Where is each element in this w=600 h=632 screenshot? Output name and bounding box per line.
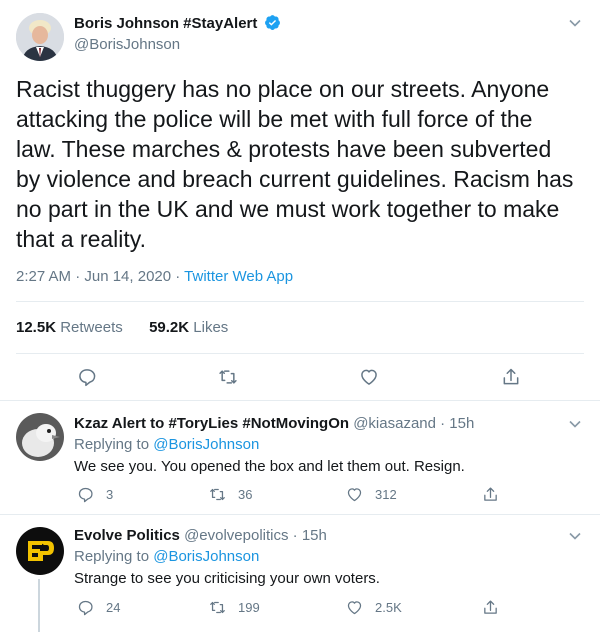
likes-count: 59.2K [149,319,190,336]
replying-to-mention[interactable]: @BorisJohnson [153,436,259,453]
like-count: 312 [375,487,397,502]
reply-action-retweet[interactable]: 36 [209,486,252,503]
reply-tweet[interactable]: Evolve Politics @evolvepolitics · 15h Re… [0,515,600,632]
reply-author-name[interactable]: Kzaz Alert to #ToryLies #NotMovingOn [74,415,349,432]
likes-label: Likes [193,319,229,336]
retweet-icon[interactable] [218,367,238,387]
replying-to-label: Replying to [74,436,154,453]
thread-line [38,579,40,632]
reply-author-handle[interactable]: @kiasazand · 15h [353,415,474,432]
reply-author-name[interactable]: Evolve Politics [74,527,180,544]
tweet-source[interactable]: Twitter Web App [184,268,293,285]
reply-tweet[interactable]: Kzaz Alert to #ToryLies #NotMovingOn @ki… [0,401,600,514]
reply-text: Strange to see you criticising your own … [74,570,380,587]
tweet-stats: 12.5K Retweets 59.2K Likes [16,319,228,336]
divider [16,353,584,354]
reply-icon [78,487,93,503]
retweet-count: 199 [238,600,260,615]
retweets-count: 12.5K [16,319,57,336]
reply-author-handle[interactable]: @evolvepolitics · 15h [184,527,327,544]
verified-badge-icon [264,14,281,36]
share-icon[interactable] [501,367,521,387]
retweet-icon [210,488,225,501]
reply-action-share[interactable] [482,599,511,616]
replying-to-label: Replying to [74,548,154,565]
retweet-count: 36 [238,487,253,502]
retweets-label: Retweets [60,319,123,336]
retweet-icon [210,601,225,614]
author-handle[interactable]: @BorisJohnson [74,36,180,53]
reply-count: 24 [106,600,121,615]
share-icon [484,487,497,501]
retweets-stat[interactable]: 12.5K Retweets [16,319,123,336]
chevron-down-icon[interactable] [568,16,582,30]
reply-text: We see you. You opened the box and let t… [74,458,465,475]
reply-icon[interactable] [77,367,97,387]
author-name[interactable]: Boris Johnson #StayAlert [74,15,257,32]
replying-to-mention[interactable]: @BorisJohnson [153,548,259,565]
heart-icon [347,488,362,502]
author-name-row: Boris Johnson #StayAlert [74,14,281,36]
like-count: 2.5K [375,600,402,615]
heart-icon [347,601,362,615]
reply-action-share[interactable] [482,486,511,503]
main-tweet: Boris Johnson #StayAlert @BorisJohnson R… [0,0,600,400]
share-icon [484,600,497,614]
reply-count: 3 [106,487,114,502]
divider [16,301,584,302]
chevron-down-icon[interactable] [568,529,582,543]
reply-action-reply[interactable]: 24 [77,599,120,616]
reply-action-retweet[interactable]: 199 [209,599,260,616]
replying-to: Replying to @BorisJohnson [74,436,259,453]
tweet-timestamp[interactable]: 2:27 AM · Jun 14, 2020 · [16,268,184,285]
reply-action-like[interactable]: 2.5K [346,599,402,616]
reply-action-reply[interactable]: 3 [77,486,113,503]
likes-stat[interactable]: 59.2K Likes [149,319,228,336]
reply-header: Kzaz Alert to #ToryLies #NotMovingOn @ki… [74,415,474,432]
reply-avatar[interactable] [16,527,64,575]
author-avatar[interactable] [16,13,64,61]
reply-avatar[interactable] [16,413,64,461]
chevron-down-icon[interactable] [568,417,582,431]
tweet-text: Racist thuggery has no place on our stre… [16,76,574,252]
reply-action-like[interactable]: 312 [346,486,397,503]
replying-to: Replying to @BorisJohnson [74,548,259,565]
tweet-meta: 2:27 AM · Jun 14, 2020 · Twitter Web App [16,268,293,285]
reply-icon [78,600,93,616]
heart-icon[interactable] [359,367,379,387]
reply-header: Evolve Politics @evolvepolitics · 15h [74,527,327,544]
